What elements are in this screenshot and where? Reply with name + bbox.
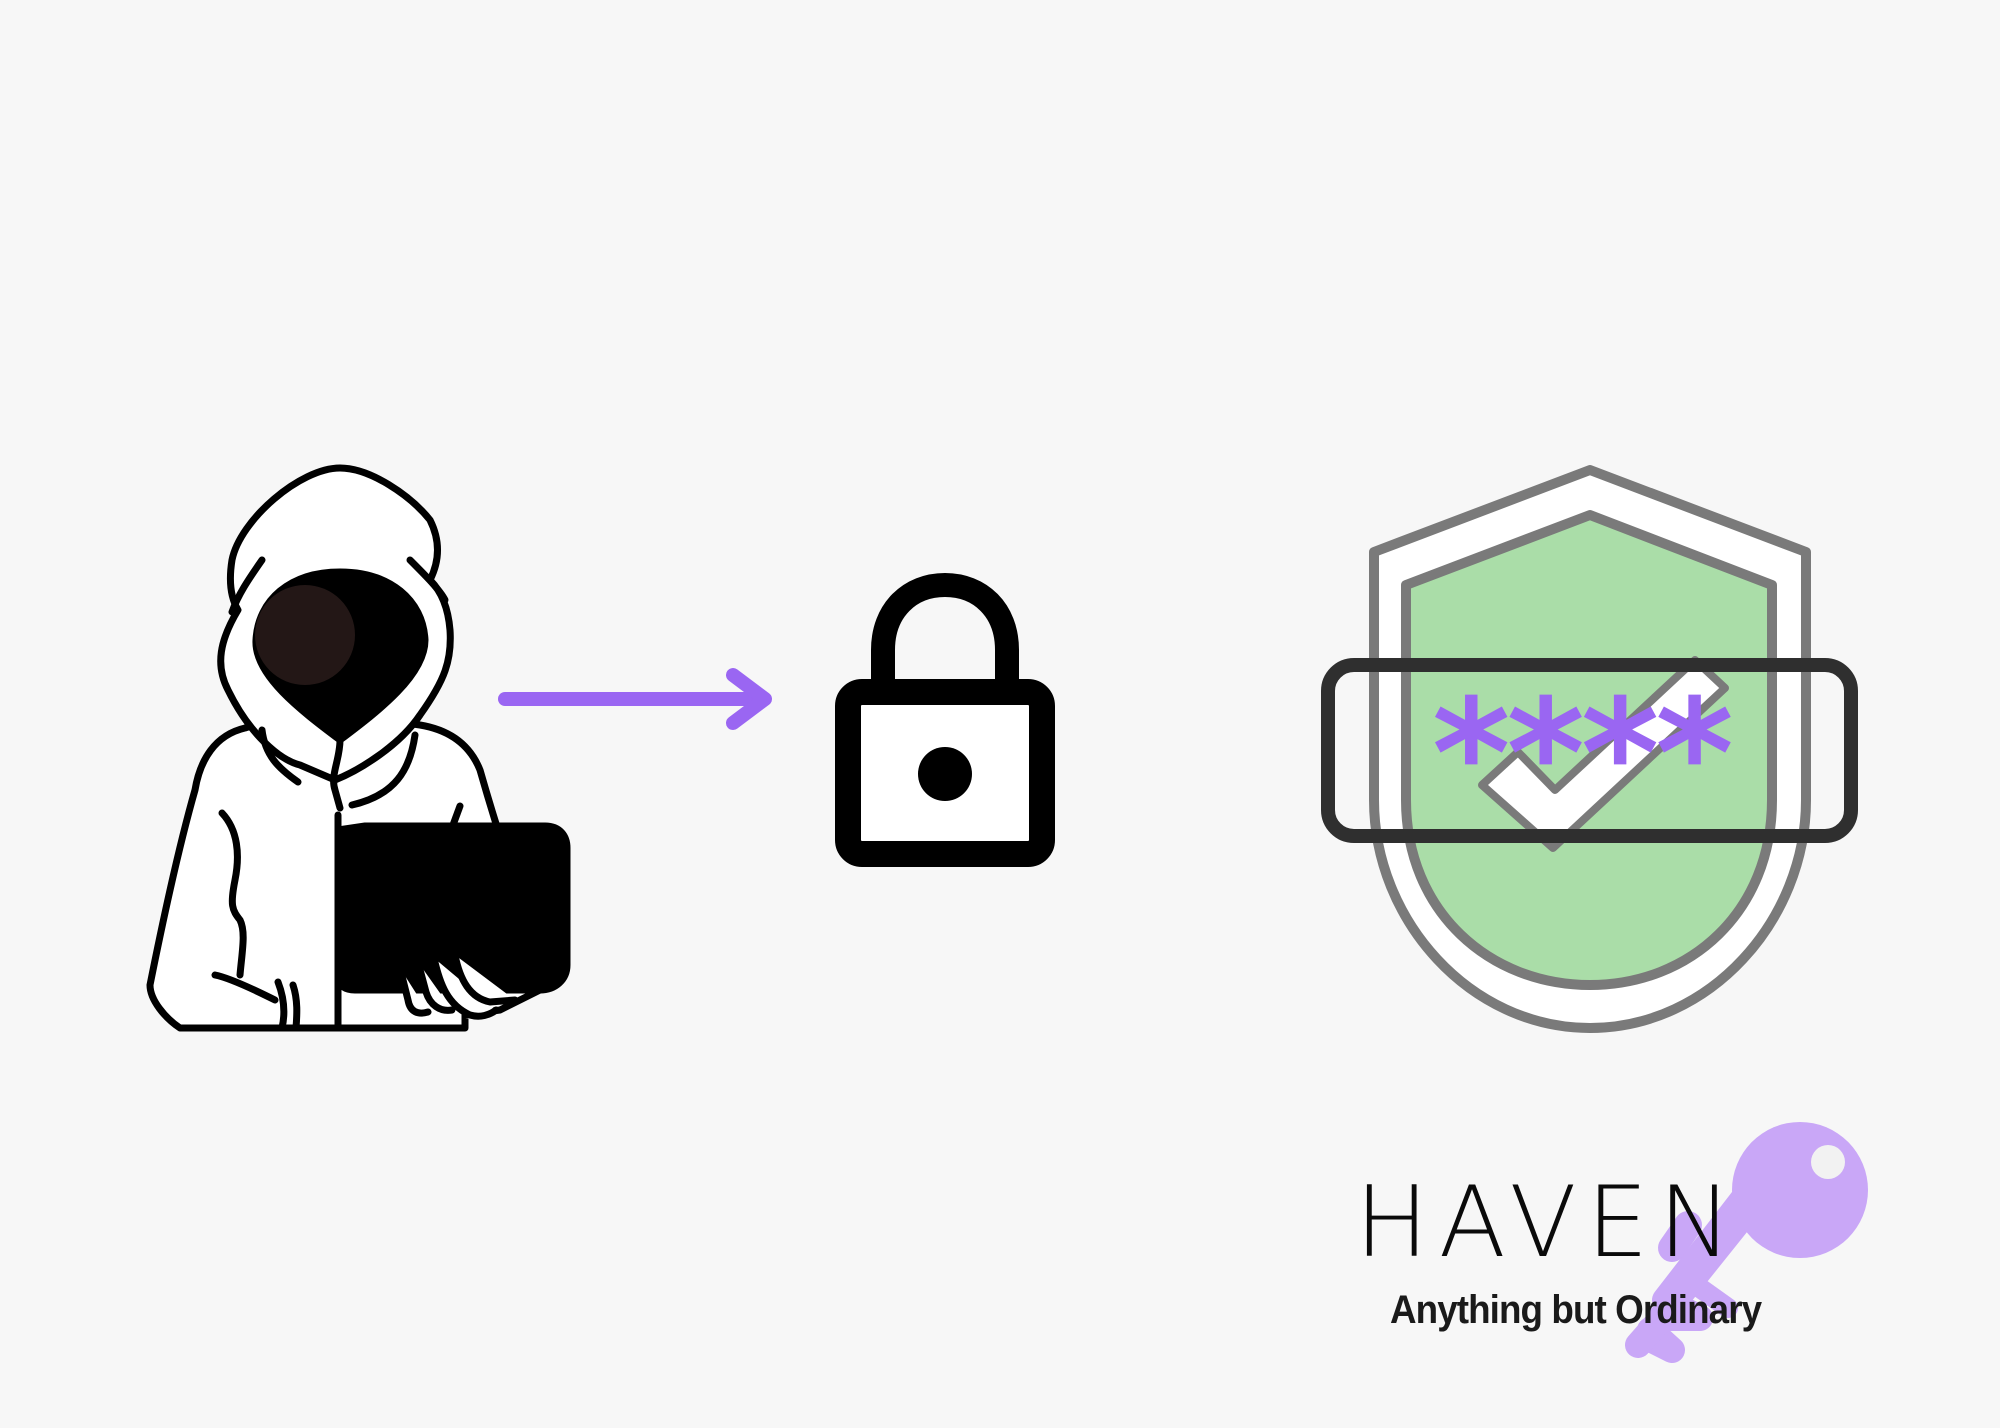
- padlock-icon: [835, 572, 1055, 867]
- masked-password-text: ****: [1432, 690, 1734, 820]
- brand-logo-wordmark: HAVEN: [1355, 1166, 1742, 1280]
- hooded-hacker-with-laptop-icon: [146, 464, 571, 1032]
- illustration-canvas: **** HAVEN Anything but Ordinary: [0, 0, 2000, 1428]
- brand-tagline: Anything but Ordinary: [1390, 1288, 1762, 1332]
- arrow-right-icon: [498, 668, 772, 730]
